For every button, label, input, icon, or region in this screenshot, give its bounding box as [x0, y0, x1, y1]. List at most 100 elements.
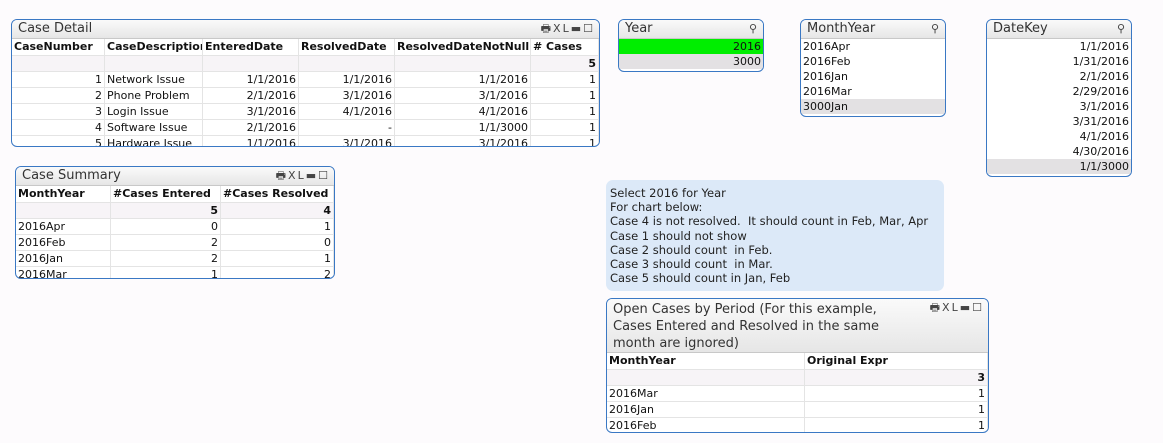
- table-cell: 1: [531, 104, 599, 119]
- list-item[interactable]: 2016Jan: [801, 69, 945, 84]
- column-header[interactable]: MonthYear: [16, 186, 111, 202]
- list-item[interactable]: 3/31/2016: [987, 114, 1131, 129]
- list-item[interactable]: 2016Apr: [801, 39, 945, 54]
- search-icon[interactable]: ⚲: [931, 20, 941, 38]
- column-header[interactable]: ResolvedDate: [299, 39, 395, 55]
- list-item[interactable]: 2/1/2016: [987, 69, 1131, 84]
- table-cell: 1/1/2016: [299, 72, 395, 87]
- maximize-icon[interactable]: ☐: [972, 301, 984, 314]
- table-cell: 2016Mar: [16, 267, 111, 278]
- table-cell: [16, 203, 111, 218]
- table-cell: 5: [531, 56, 599, 71]
- open-cases-title-bar: Open Cases by Period (For this example, …: [607, 299, 988, 353]
- table-cell: 1: [531, 136, 599, 146]
- list-item[interactable]: 2016Mar: [801, 84, 945, 99]
- note-line: Case 1 should not show: [610, 228, 747, 243]
- note-line: Select 2016 for Year: [610, 186, 726, 200]
- table-cell: Software Issue: [105, 120, 203, 135]
- table-cell: 2016Feb: [607, 418, 805, 432]
- table-cell: 0: [111, 219, 221, 234]
- column-header[interactable]: ResolvedDateNotNull: [395, 39, 531, 55]
- year-listbox: Year ⚲ 2016 3000: [618, 19, 764, 72]
- table-row: 2016Apr 0 1: [16, 219, 334, 235]
- table-row: 3 Login Issue 3/1/2016 4/1/2016 4/1/2016 1: [12, 104, 599, 120]
- monthyear-title-bar: MonthYear ⚲: [801, 20, 945, 39]
- search-icon[interactable]: ⚲: [1117, 20, 1127, 38]
- table-row: 2 Phone Problem 2/1/2016 3/1/2016 3/1/2016 1: [12, 88, 599, 104]
- list-item[interactable]: 1/1/3000: [987, 159, 1131, 174]
- xl-icon[interactable]: XL: [288, 169, 306, 182]
- minimize-icon[interactable]: ▬: [306, 169, 318, 182]
- totals-row: 3: [607, 370, 988, 386]
- column-header[interactable]: Original Expr: [805, 353, 988, 369]
- case-summary-title: Case Summary: [22, 168, 121, 183]
- list-item[interactable]: 1/1/2016: [987, 39, 1131, 54]
- case-summary-table: Case Summary 🖶XL▬☐ MonthYear #Cases Enter…: [15, 166, 335, 279]
- table-cell: Network Issue: [105, 72, 203, 87]
- search-icon[interactable]: ⚲: [749, 20, 759, 38]
- totals-row: 5: [12, 56, 599, 72]
- header-row: CaseNumber CaseDescription EnteredDate Reso…: [12, 39, 599, 56]
- list-item[interactable]: 1/31/2016: [987, 54, 1131, 69]
- list-item[interactable]: 3/1/2016: [987, 99, 1131, 114]
- print-icon[interactable]: 🖶: [541, 22, 553, 35]
- table-cell: Phone Problem: [105, 88, 203, 103]
- table-cell: 3/1/2016: [299, 136, 395, 146]
- table-cell: 3/1/2016: [203, 104, 299, 119]
- column-header[interactable]: EnteredDate: [203, 39, 299, 55]
- table-cell: 1: [805, 418, 988, 432]
- minimize-icon[interactable]: ▬: [571, 22, 583, 35]
- table-cell: 2: [12, 88, 105, 103]
- print-icon[interactable]: 🖶: [930, 301, 942, 314]
- table-cell: 2: [111, 251, 221, 266]
- table-cell: -: [299, 120, 395, 135]
- table-cell: 3/1/2016: [395, 88, 531, 103]
- list-item[interactable]: 3000: [619, 54, 763, 69]
- list-item[interactable]: 2/29/2016: [987, 84, 1131, 99]
- table-cell: 2016Jan: [607, 402, 805, 417]
- print-icon[interactable]: 🖶: [276, 169, 288, 182]
- open-cases-title: Cases Entered and Resolved in the same: [613, 319, 880, 334]
- column-header[interactable]: #Cases Resolved: [221, 186, 334, 202]
- column-header[interactable]: CaseNumber: [12, 39, 105, 55]
- table-cell: 2/1/2016: [203, 120, 299, 135]
- minimize-icon[interactable]: ▬: [960, 301, 972, 314]
- column-header[interactable]: #Cases Entered: [111, 186, 221, 202]
- table-cell: 1/1/2016: [203, 72, 299, 87]
- list-item[interactable]: 3000Jan: [801, 99, 945, 114]
- column-header[interactable]: # Cases: [531, 39, 599, 55]
- maximize-icon[interactable]: ☐: [583, 22, 595, 35]
- case-summary-title-bar: Case Summary 🖶XL▬☐: [16, 167, 334, 186]
- xl-icon[interactable]: XL: [942, 301, 960, 314]
- list-item[interactable]: 2016: [619, 39, 763, 54]
- table-cell: 2: [221, 267, 334, 278]
- table-cell: 1: [805, 402, 988, 417]
- note-line: Case 5 should count in Jan, Feb: [610, 271, 791, 286]
- table-cell: 1: [221, 219, 334, 234]
- list-item[interactable]: 2016Feb: [801, 54, 945, 69]
- column-header[interactable]: MonthYear: [607, 353, 805, 369]
- column-header[interactable]: CaseDescription: [105, 39, 203, 55]
- list-item[interactable]: 4/30/2016: [987, 144, 1131, 159]
- table-row: 2016Mar 1: [607, 386, 988, 402]
- table-cell: [12, 56, 105, 71]
- table-cell: [607, 370, 805, 385]
- note-line: Case 3 should count in Mar.: [610, 257, 773, 272]
- table-cell: 3/1/2016: [395, 136, 531, 146]
- list-item[interactable]: 4/1/2016: [987, 129, 1131, 144]
- datekey-title: DateKey: [993, 21, 1048, 36]
- table-cell: 1: [531, 72, 599, 87]
- case-detail-title: Case Detail: [18, 21, 93, 36]
- note-line: For chart below:: [610, 200, 703, 215]
- table-cell: 3: [12, 104, 105, 119]
- table-cell: 3: [805, 370, 988, 385]
- table-cell: 4: [221, 203, 334, 218]
- table-cell: 5: [111, 203, 221, 218]
- xl-icon[interactable]: XL: [553, 22, 571, 35]
- note-line: Case 4 is not resolved. It should count …: [610, 214, 929, 229]
- table-cell: 4: [12, 120, 105, 135]
- table-cell: [299, 56, 395, 71]
- table-cell: 2016Jan: [16, 251, 111, 266]
- maximize-icon[interactable]: ☐: [318, 169, 330, 182]
- case-detail-table: Case Detail 🖶XL▬☐ CaseNumber CaseDescript…: [11, 19, 600, 147]
